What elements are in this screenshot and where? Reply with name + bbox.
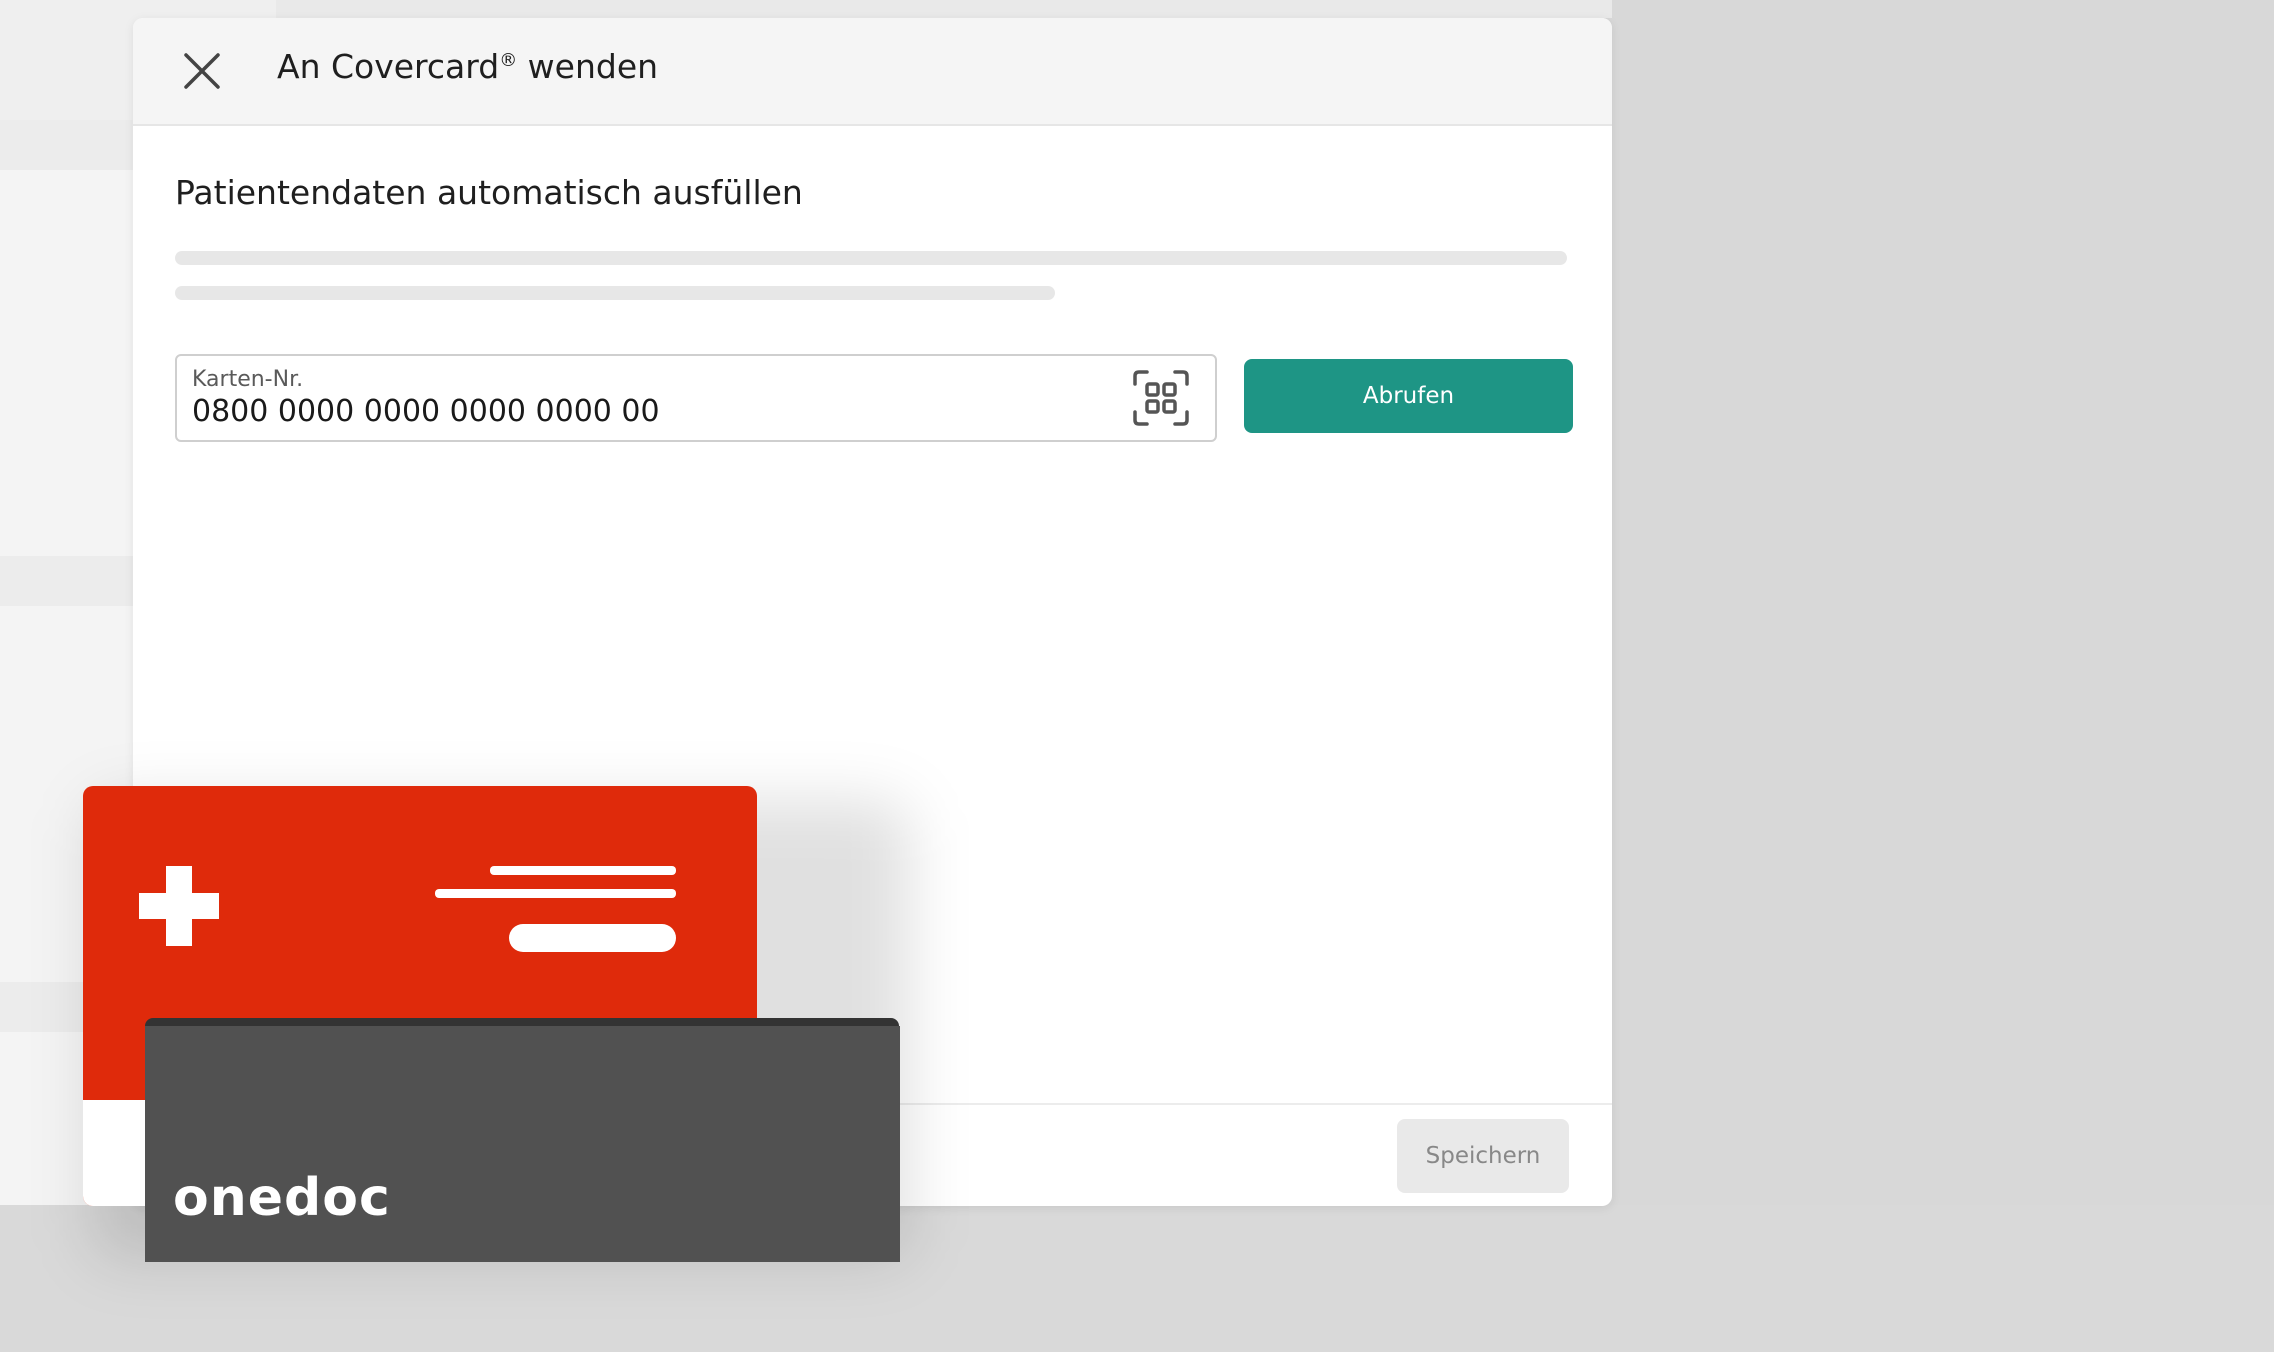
close-icon (184, 53, 220, 89)
fetch-button[interactable]: Abrufen (1244, 359, 1573, 433)
background-row (0, 556, 140, 606)
skeleton-line (175, 286, 1055, 300)
registered-mark: ® (499, 50, 518, 71)
dialog-title: An Covercard® wenden (277, 47, 658, 86)
scan-icon[interactable] (1131, 368, 1191, 428)
background-row (0, 120, 140, 170)
close-button[interactable] (179, 48, 225, 94)
section-title: Patientendaten automatisch ausfüllen (175, 173, 803, 212)
dialog-title-suffix: wenden (517, 47, 659, 86)
onedoc-logo: onedoc (173, 1168, 391, 1228)
card-text-pill (509, 924, 676, 952)
card-text-line (490, 866, 676, 875)
skeleton-line (175, 251, 1567, 265)
swiss-cross-icon (139, 866, 219, 946)
card-number-field[interactable]: Karten-Nr. (175, 354, 1217, 442)
background-content (1612, 0, 2274, 1185)
card-text-line (435, 889, 676, 898)
dialog-title-text: An Covercard (277, 47, 500, 86)
save-button[interactable]: Speichern (1397, 1119, 1569, 1193)
card-number-label: Karten-Nr. (192, 367, 304, 392)
card-number-input[interactable] (192, 394, 1092, 429)
onedoc-card: onedoc (145, 1026, 900, 1262)
dialog-header: An Covercard® wenden (133, 18, 1612, 126)
